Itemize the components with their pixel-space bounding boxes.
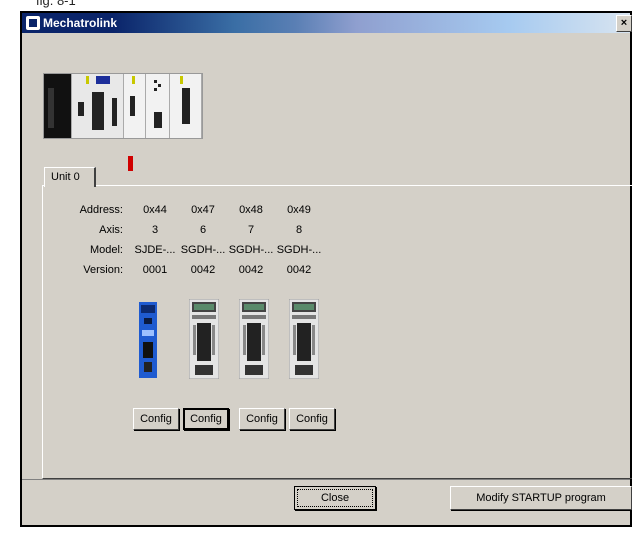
panel-divider [22,479,630,480]
sgdh-drive-image [239,299,269,379]
device-address: 0x44 [143,204,167,216]
close-button[interactable]: Close [294,486,376,510]
device-version: 0042 [286,264,312,276]
power-module [44,74,72,138]
close-window-icon[interactable]: × [616,15,632,32]
device-model: SGDH-... [276,244,322,256]
figure-caption: fig. 8-1 [36,0,76,8]
modify-startup-program-button[interactable]: Modify STARTUP program [450,486,632,510]
module-5 [170,74,202,138]
module-3 [124,74,146,138]
device-version: 0042 [190,264,216,276]
device-axis: 8 [295,224,303,236]
sjde-drive-image [139,302,157,378]
controller-rack-image [43,73,203,139]
sgdh-drive-image [289,299,319,379]
config-button[interactable]: Config [289,408,335,430]
address-label: Address: [79,204,123,216]
device-version: 0001 [142,264,168,276]
device-version: 0042 [238,264,264,276]
model-label: Model: [89,244,123,256]
device-address: 0x47 [191,204,215,216]
device-axis: 3 [151,224,159,236]
version-label: Version: [83,264,123,276]
module-4 [146,74,170,138]
window-title: Mechatrolink [43,16,118,30]
selected-unit-marker [128,156,133,171]
device-axis: 6 [199,224,207,236]
axis-label: Axis: [99,224,123,236]
device-address: 0x49 [287,204,311,216]
device-address: 0x48 [239,204,263,216]
cpu-module [72,74,124,138]
title-bar[interactable]: Mechatrolink × [22,13,632,33]
config-button[interactable]: Config [133,408,179,430]
device-model: SGDH-... [228,244,274,256]
device-model: SJDE-... [134,244,176,256]
device-model: SGDH-... [180,244,226,256]
config-button[interactable]: Config [239,408,285,430]
app-icon [26,16,40,30]
unit-0-panel: Address: Axis: Model: Version: 0x44 3 SJ… [42,185,632,479]
config-button[interactable]: Config [183,408,229,430]
tab-unit-0[interactable]: Unit 0 [44,167,96,187]
sgdh-drive-image [189,299,219,379]
device-axis: 7 [247,224,255,236]
mechatrolink-window: Mechatrolink × Unit 0 Address: Axis: Mod… [20,11,632,527]
